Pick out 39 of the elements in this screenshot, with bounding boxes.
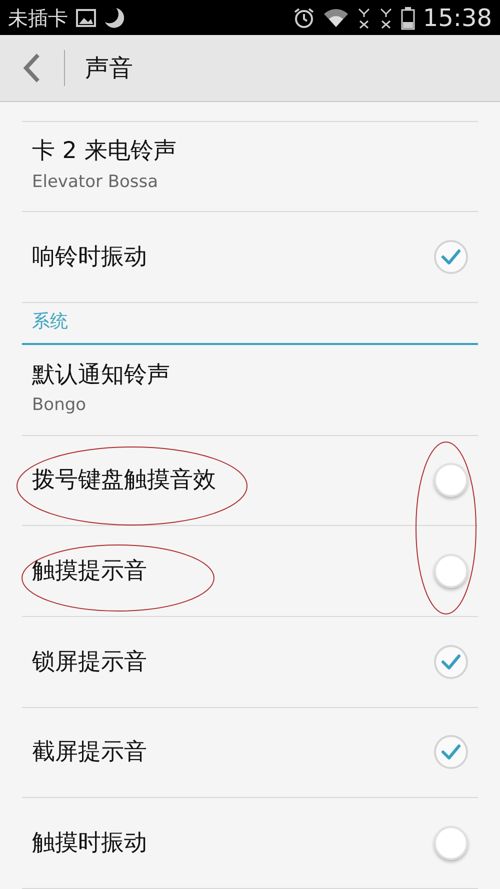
image-icon — [76, 8, 96, 26]
list-item[interactable]: 触摸提示音 — [22, 526, 478, 617]
checkbox[interactable] — [434, 826, 468, 860]
item-title: 锁屏提示音 — [32, 648, 148, 677]
item-title: 拨号键盘触摸音效 — [32, 466, 217, 496]
checkbox[interactable] — [434, 735, 468, 770]
list-item[interactable]: 默认通知铃声 Bongo — [22, 344, 478, 436]
alarm-icon — [292, 6, 315, 28]
item-title: 卡 2 来电铃声 — [32, 137, 178, 166]
item-subtitle: Bongo — [32, 394, 88, 418]
list-item[interactable]: 触摸时振动 — [22, 798, 478, 889]
checkbox[interactable] — [434, 644, 468, 679]
no-signal-icon — [356, 6, 371, 28]
list-item[interactable]: 锁屏提示音 — [22, 616, 478, 708]
no-signal-icon — [378, 6, 393, 28]
back-icon — [22, 52, 42, 84]
battery-icon — [400, 6, 415, 30]
checkbox[interactable] — [434, 554, 468, 588]
clock-text: 15:38 — [422, 2, 492, 34]
item-title: 截屏提示音 — [32, 738, 148, 768]
item-subtitle: Elevator Bossa — [32, 171, 160, 194]
section-header: 系统 — [32, 310, 68, 334]
item-title: 响铃时振动 — [32, 242, 148, 272]
checkbox[interactable] — [434, 240, 468, 274]
moon-icon — [104, 6, 124, 28]
item-title: 触摸提示音 — [32, 556, 148, 586]
list-item[interactable]: 响铃时振动 — [22, 212, 478, 304]
page-title: 声音 — [85, 52, 133, 84]
check-icon — [441, 249, 461, 266]
check-icon — [441, 654, 461, 670]
list-item[interactable]: 卡 2 来电铃声 Elevator Bossa — [22, 122, 478, 212]
wifi-icon — [322, 8, 349, 28]
list-item[interactable]: 拨号键盘触摸音效 — [22, 436, 478, 526]
checkbox[interactable] — [434, 463, 468, 498]
check-icon — [441, 744, 461, 760]
item-title: 触摸时振动 — [32, 828, 148, 858]
carrier-text: 未插卡 — [8, 4, 68, 32]
item-title: 默认通知铃声 — [32, 360, 171, 390]
list-item[interactable]: 截屏提示音 — [22, 708, 478, 798]
